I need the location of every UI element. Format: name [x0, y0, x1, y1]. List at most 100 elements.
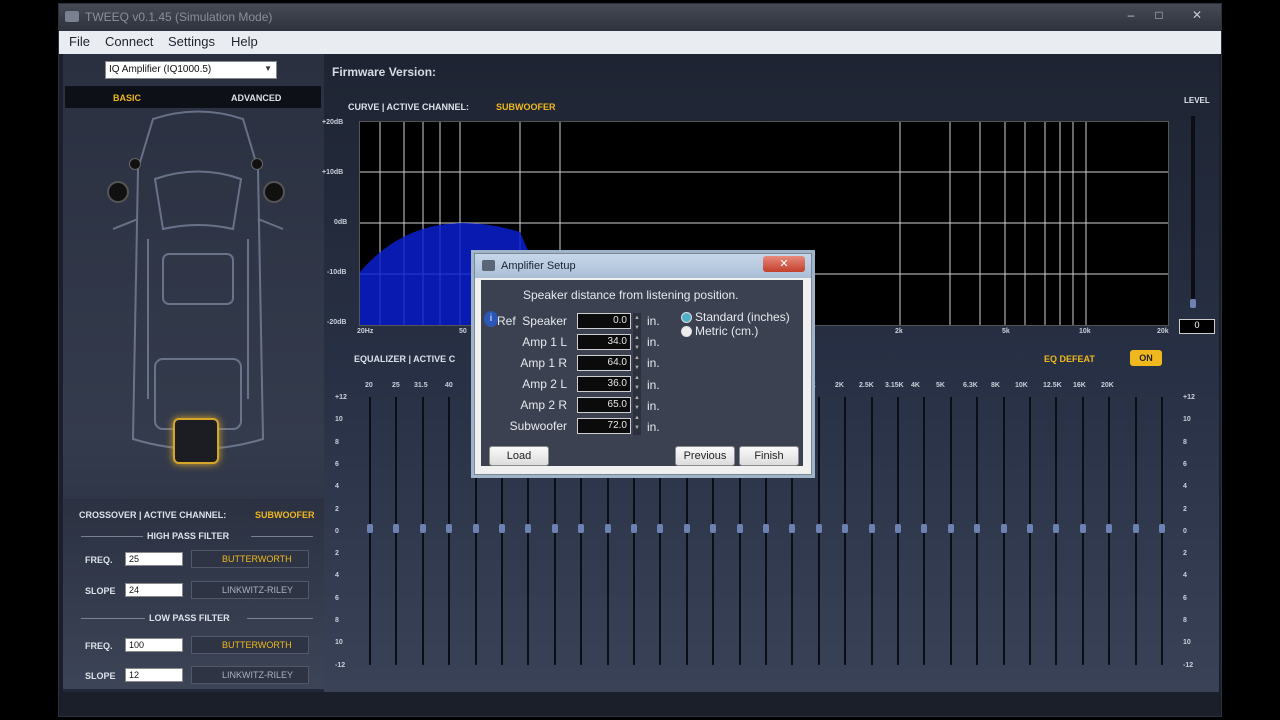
eq-slider-knob[interactable] [895, 524, 901, 533]
eq-slider-knob[interactable] [974, 524, 981, 533]
eq-slider-knob[interactable] [683, 524, 690, 533]
standard-radio[interactable] [681, 312, 692, 323]
amp1l-distance-field[interactable]: 34.0 [577, 334, 631, 350]
tweeter-left-icon[interactable] [129, 158, 141, 170]
hpf-butterworth-button[interactable]: BUTTERWORTH [191, 550, 309, 568]
eq-slider-knob[interactable] [1000, 524, 1007, 533]
eq-slider-knob[interactable] [1027, 524, 1033, 533]
eq-scale-label: 6 [1183, 594, 1187, 602]
eq-slider-knob[interactable] [1132, 524, 1139, 533]
eq-slider-knob[interactable] [1053, 524, 1060, 533]
amp1r-distance-field[interactable]: 64.0 [577, 355, 631, 371]
eq-scale-label: 2 [335, 505, 339, 513]
hpf-freq-stepper[interactable]: 25 [125, 552, 183, 566]
lpf-freq-stepper[interactable]: 100 [125, 638, 183, 652]
eq-slider-knob[interactable] [921, 524, 928, 533]
lpf-slope-select[interactable]: 12 [125, 668, 183, 682]
level-slider-knob[interactable] [1190, 299, 1196, 308]
eq-slider-knob[interactable] [1159, 524, 1165, 533]
freq-label: 5k [1002, 328, 1010, 335]
db-label: +20dB [322, 119, 344, 126]
speaker-distance-field[interactable]: 0.0 [577, 313, 631, 329]
eq-slider-knob[interactable] [525, 524, 532, 533]
tweeter-right-icon[interactable] [251, 158, 263, 170]
eq-slider-knob[interactable] [815, 524, 822, 533]
menu-help[interactable]: Help [231, 34, 258, 49]
amp1l-label: Amp 1 L [522, 335, 567, 349]
menu-file[interactable]: File [69, 34, 90, 49]
eq-band-label: 16K [1073, 382, 1086, 389]
eq-scale-label: 10 [335, 416, 343, 424]
eq-slider-knob[interactable] [789, 524, 796, 533]
load-button[interactable]: Load [489, 446, 549, 466]
tab-advanced[interactable]: ADVANCED [231, 93, 281, 103]
eq-slider-knob[interactable] [657, 524, 664, 533]
dialog-title-bar: Amplifier Setup ✕ [475, 254, 811, 278]
close-icon[interactable]: ✕ [1183, 6, 1211, 24]
metric-radio[interactable] [681, 326, 692, 337]
dialog-body: Speaker distance from listening position… [481, 280, 803, 466]
eq-slider-knob[interactable] [604, 524, 611, 533]
eq-slider-knob[interactable] [551, 524, 558, 533]
info-icon[interactable]: i [484, 311, 498, 327]
standard-option-label[interactable]: Standard (inches) [695, 310, 790, 324]
amplifier-setup-dialog: Amplifier Setup ✕ Speaker distance from … [474, 253, 812, 475]
dialog-close-icon[interactable]: ✕ [763, 256, 805, 272]
eq-band-label: 4K [911, 382, 920, 389]
eq-slider-knob[interactable] [472, 524, 479, 533]
eq-slider-knob[interactable] [710, 524, 717, 533]
device-select[interactable]: IQ Amplifier (IQ1000.5) ▼ [105, 61, 277, 79]
eq-slider-knob[interactable] [736, 524, 743, 533]
stepper-icon[interactable]: ▲ ▼ ▲ ▼ ▲ ▼ ▲ ▼ ▲ ▼ ▲ ▼ [633, 313, 641, 435]
eq-band-label: 5K [936, 382, 945, 389]
eq-slider-knob[interactable] [868, 524, 875, 533]
unit-label: in. [647, 314, 660, 328]
crossover-channel: SUBWOOFER [255, 510, 315, 520]
eq-slider-knob[interactable] [1106, 524, 1113, 533]
eq-scale-label: 2 [1183, 550, 1187, 558]
eq-scale-label: -12 [335, 661, 346, 669]
dialog-title: Amplifier Setup [501, 260, 576, 272]
eq-slider-knob[interactable] [393, 524, 400, 533]
eq-slider-knob[interactable] [446, 524, 453, 533]
subwoofer-icon[interactable] [173, 418, 219, 464]
speaker-left-icon[interactable] [107, 181, 129, 203]
lpf-butterworth-button[interactable]: BUTTERWORTH [191, 636, 309, 654]
subwoofer-distance-field[interactable]: 72.0 [577, 418, 631, 434]
previous-button[interactable]: Previous [675, 446, 735, 466]
speaker-right-icon[interactable] [263, 181, 285, 203]
eq-scale-label: 8 [335, 617, 339, 624]
amp2l-distance-field[interactable]: 36.0 [577, 376, 631, 392]
minimize-icon[interactable]: – [1117, 6, 1145, 24]
eq-band-label: 3.15K [885, 382, 904, 389]
lpf-linkwitz-button[interactable]: LINKWITZ-RILEY [191, 666, 309, 684]
amp2r-distance-field[interactable]: 65.0 [577, 397, 631, 413]
level-slider[interactable] [1191, 116, 1195, 302]
eq-defeat-toggle[interactable]: ON [1130, 350, 1162, 366]
eq-slider-knob[interactable] [499, 524, 505, 533]
eq-slider-knob[interactable] [763, 524, 769, 533]
eq-scale-label: 10 [335, 639, 343, 647]
maximize-icon[interactable]: □ [1145, 6, 1173, 24]
finish-button[interactable]: Finish [739, 446, 799, 466]
eq-slider-knob[interactable] [947, 524, 954, 533]
db-label: 0dB [334, 219, 348, 226]
lpf-title: LOW PASS FILTER [149, 613, 230, 623]
eq-band-label: 2.5K [859, 382, 874, 389]
crossover-section: CROSSOVER | ACTIVE CHANNEL: SUBWOOFER HI… [63, 499, 324, 689]
hpf-freq-label: FREQ. [85, 555, 113, 565]
unit-label: in. [647, 399, 660, 413]
eq-slider-knob[interactable] [367, 524, 373, 533]
tab-basic[interactable]: BASIC [113, 93, 141, 103]
db-label: -20dB [327, 319, 347, 326]
hpf-linkwitz-button[interactable]: LINKWITZ-RILEY [191, 581, 309, 599]
menu-connect[interactable]: Connect [105, 34, 153, 49]
eq-slider-knob[interactable] [842, 524, 849, 533]
hpf-slope-select[interactable]: 24 [125, 583, 183, 597]
menu-settings[interactable]: Settings [168, 34, 215, 49]
eq-slider-knob[interactable] [578, 524, 585, 533]
eq-slider-knob[interactable] [419, 524, 426, 533]
eq-slider-knob[interactable] [1079, 524, 1086, 533]
metric-option-label[interactable]: Metric (cm.) [695, 324, 758, 338]
eq-slider-knob[interactable] [631, 524, 637, 533]
